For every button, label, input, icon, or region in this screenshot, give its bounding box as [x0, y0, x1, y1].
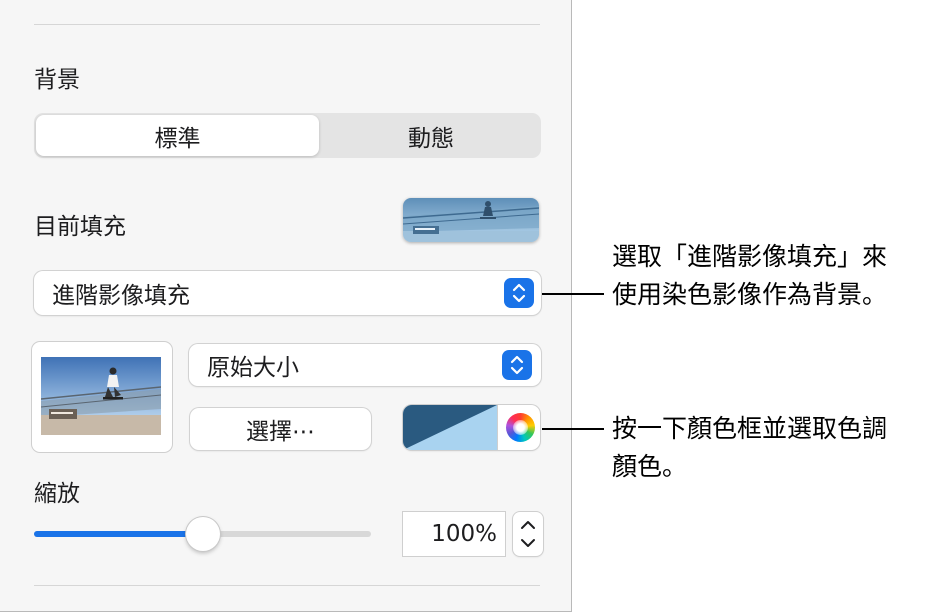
choose-image-button[interactable]: 選擇⋯ — [190, 408, 371, 450]
skateboarder-image-icon — [41, 357, 161, 435]
background-section-title: 背景 — [34, 67, 80, 93]
segment-standard[interactable]: 標準 — [36, 115, 319, 156]
color-callout-line-2: 顏色。 — [612, 452, 688, 481]
chevron-up-down-icon — [502, 350, 532, 380]
scale-mode-value: 原始大小 — [207, 355, 299, 381]
segment-dynamic[interactable]: 動態 — [321, 113, 541, 158]
fill-callout-line-1: 選取「進階影像填充」來 — [612, 242, 888, 271]
top-divider — [34, 24, 540, 25]
scale-slider-fill — [34, 531, 203, 537]
current-fill-label: 目前填充 — [34, 214, 126, 240]
tint-color-well[interactable] — [403, 405, 540, 450]
scale-stepper[interactable] — [513, 512, 543, 556]
fill-type-popup[interactable]: 進階影像填充 — [34, 271, 541, 315]
tint-color-callout: 按一下顏色框並選取色調 顏色。 — [612, 410, 887, 486]
scale-mode-popup[interactable]: 原始大小 — [189, 344, 541, 386]
format-sidebar: 背景 標準 動態 目前填充 進階影像填充 原始大小 選擇⋯ 縮放 100% — [0, 0, 572, 612]
bottom-divider — [34, 585, 540, 586]
fill-type-value: 進階影像填充 — [52, 283, 190, 309]
fill-callout-leader-line — [542, 293, 604, 295]
image-well[interactable] — [32, 342, 172, 452]
background-mode-segmented-control[interactable]: 標準 動態 — [34, 113, 541, 158]
scale-label: 縮放 — [34, 481, 80, 507]
chevron-up-down-icon — [504, 278, 534, 308]
color-wheel-icon[interactable] — [506, 413, 535, 442]
skate-photo-icon — [403, 198, 539, 242]
scale-slider-knob[interactable] — [185, 517, 220, 551]
color-callout-leader-line — [542, 428, 604, 430]
scale-value-field[interactable]: 100% — [403, 512, 505, 556]
fill-type-callout: 選取「進階影像填充」來 使用染色影像作為背景。 — [612, 238, 887, 314]
chevron-up-down-icon — [521, 521, 535, 547]
current-fill-swatch[interactable] — [403, 198, 539, 242]
fill-callout-line-2: 使用染色影像作為背景。 — [612, 280, 888, 309]
color-callout-line-1: 按一下顏色框並選取色調 — [612, 414, 888, 443]
